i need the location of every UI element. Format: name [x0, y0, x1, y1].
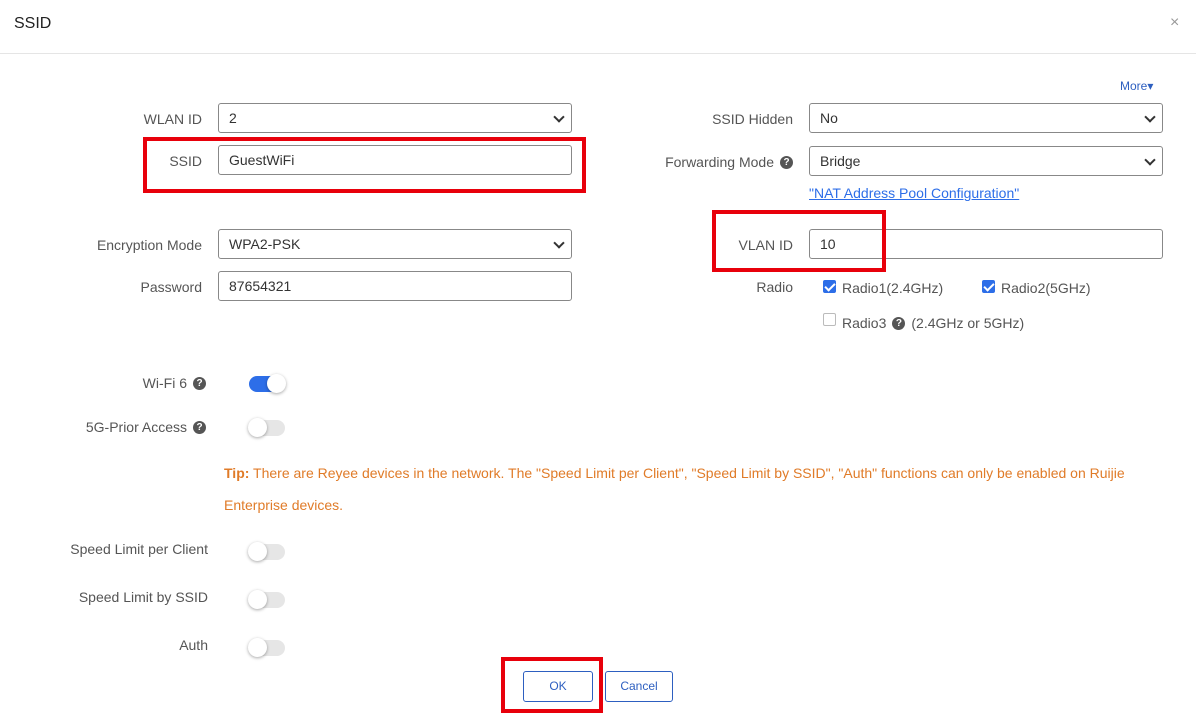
- wifi6-label-wrap: Wi-Fi 6?: [6, 375, 206, 391]
- vlan-id-highlight: [712, 210, 886, 272]
- ssid-label: SSID: [169, 153, 202, 169]
- ssid-hidden-label: SSID Hidden: [712, 111, 793, 127]
- radio2-label: Radio2(5GHz): [1001, 280, 1091, 296]
- radio3-checkbox[interactable]: [823, 313, 836, 326]
- 5g-prior-access-label-wrap: 5G-Prior Access?: [6, 419, 206, 435]
- help-icon[interactable]: ?: [193, 421, 206, 434]
- forwarding-mode-value: Bridge: [820, 153, 861, 169]
- auth-label: Auth: [179, 637, 208, 653]
- ok-button[interactable]: OK: [523, 671, 593, 702]
- radio3-label-wrap: Radio3? (2.4GHz or 5GHz): [842, 315, 1024, 331]
- tip-prefix: Tip:: [224, 465, 250, 481]
- ssid-input[interactable]: GuestWiFi: [218, 145, 572, 175]
- password-input[interactable]: 87654321: [218, 271, 572, 301]
- radio1-label: Radio1(2.4GHz): [842, 280, 944, 296]
- radio1-checkbox[interactable]: [823, 280, 836, 293]
- help-icon[interactable]: ?: [780, 156, 793, 169]
- toggle-knob: [248, 638, 267, 657]
- 5g-prior-access-label: 5G-Prior Access: [85, 419, 187, 435]
- radio3-label: Radio3: [842, 315, 887, 331]
- speed-limit-ssid-toggle[interactable]: [248, 590, 285, 609]
- tip-message: Tip: There are Reyee devices in the netw…: [224, 457, 1154, 521]
- tip-text: There are Reyee devices in the network. …: [224, 465, 1125, 513]
- auth-toggle[interactable]: [248, 638, 285, 657]
- encryption-mode-label: Encryption Mode: [96, 237, 202, 253]
- toggle-knob: [248, 542, 267, 561]
- forwarding-mode-label-wrap: Forwarding Mode?: [593, 154, 793, 170]
- radio3-band: (2.4GHz or 5GHz): [911, 315, 1025, 331]
- cancel-button[interactable]: Cancel: [605, 671, 673, 702]
- toggle-knob: [267, 374, 286, 393]
- toggle-knob: [248, 590, 267, 609]
- password-label: Password: [140, 279, 202, 295]
- radio-label: Radio: [756, 279, 793, 295]
- more-link[interactable]: More▾: [1120, 79, 1153, 93]
- header-divider: [0, 53, 1196, 54]
- encryption-mode-value: WPA2-PSK: [229, 236, 301, 252]
- radio2-checkbox[interactable]: [982, 280, 995, 293]
- forwarding-mode-label: Forwarding Mode: [665, 154, 774, 170]
- speed-limit-client-toggle[interactable]: [248, 542, 285, 561]
- encryption-mode-select[interactable]: WPA2-PSK: [218, 229, 572, 259]
- wifi6-toggle[interactable]: [249, 374, 286, 393]
- wlan-id-label: WLAN ID: [143, 111, 202, 127]
- ssid-hidden-value: No: [820, 110, 838, 126]
- ssid-hidden-select[interactable]: No: [809, 103, 1163, 133]
- wlan-id-value: 2: [229, 110, 237, 126]
- forwarding-mode-select[interactable]: Bridge: [809, 146, 1163, 176]
- 5g-prior-access-toggle[interactable]: [248, 418, 285, 437]
- dialog-title: SSID: [14, 15, 52, 32]
- nat-address-pool-link[interactable]: "NAT Address Pool Configuration": [809, 185, 1019, 201]
- help-icon[interactable]: ?: [193, 377, 206, 390]
- wifi6-label: Wi-Fi 6: [142, 375, 187, 391]
- help-icon[interactable]: ?: [892, 317, 906, 330]
- speed-limit-ssid-label: Speed Limit by SSID: [78, 589, 208, 605]
- speed-limit-client-label: Speed Limit per Client: [70, 541, 208, 557]
- wlan-id-select[interactable]: 2: [218, 103, 572, 133]
- toggle-knob: [248, 418, 267, 437]
- close-icon[interactable]: ×: [1170, 14, 1179, 32]
